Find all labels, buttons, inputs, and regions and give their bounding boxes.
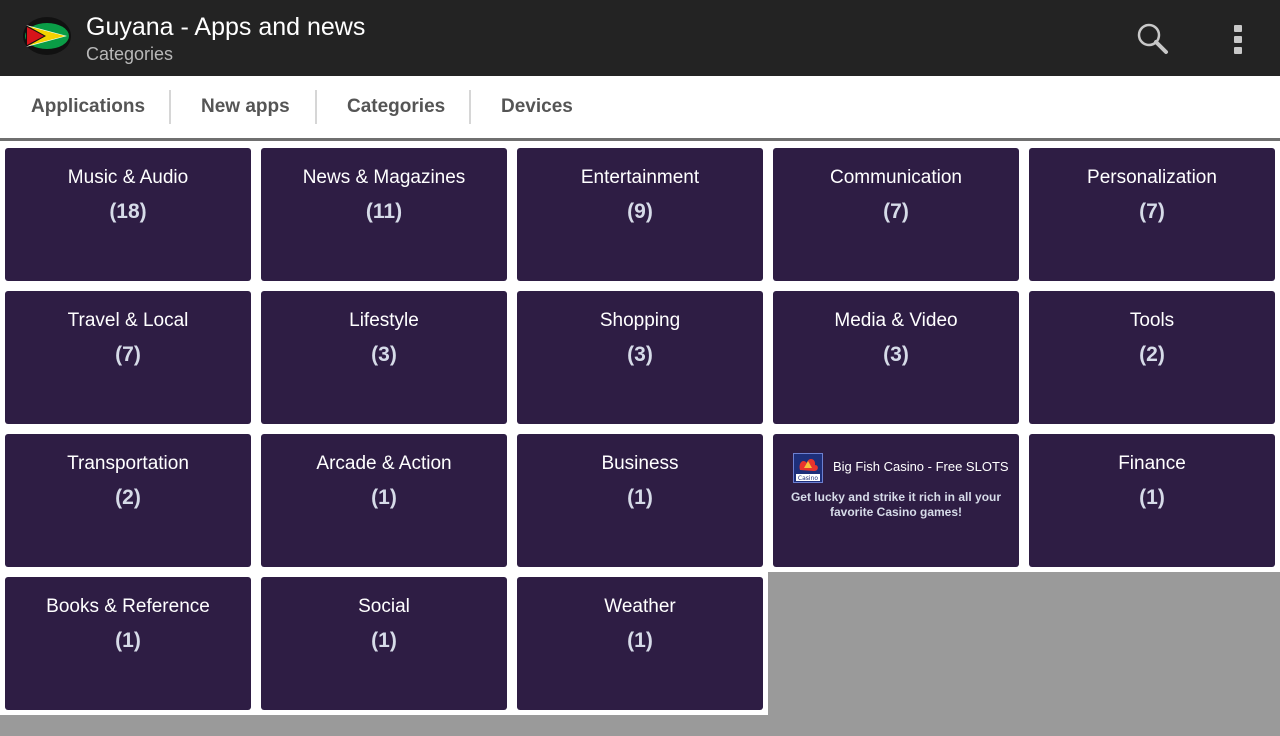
search-icon	[1137, 23, 1168, 54]
category-name: News & Magazines	[302, 167, 466, 188]
category-count: (7)	[883, 200, 909, 223]
category-count: (1)	[371, 629, 397, 652]
category-tile-travel-local[interactable]: Travel & Local (7)	[5, 291, 251, 424]
category-count: (3)	[627, 343, 653, 366]
guyana-flag-icon[interactable]	[22, 16, 72, 56]
category-name: Transportation	[67, 453, 189, 474]
category-count: (7)	[115, 343, 141, 366]
category-tile-entertainment[interactable]: Entertainment (9)	[517, 148, 763, 281]
app-title: Guyana - Apps and news	[86, 13, 366, 41]
category-name: Weather	[604, 596, 676, 617]
category-name: Entertainment	[580, 167, 700, 188]
category-tile-news-magazines[interactable]: News & Magazines (11)	[261, 148, 507, 281]
category-count: (9)	[627, 200, 653, 223]
tab-bar: Applications New apps Categories Devices	[0, 76, 1280, 141]
category-count: (2)	[115, 486, 141, 509]
app-bar: Guyana - Apps and news Categories	[0, 0, 1280, 76]
category-count: (1)	[1139, 486, 1165, 509]
category-name: Finance	[1118, 453, 1186, 474]
casino-app-icon: Casino	[793, 453, 823, 483]
tab-applications[interactable]: Applications	[31, 76, 145, 138]
category-count: (1)	[627, 486, 653, 509]
category-tile-tools[interactable]: Tools (2)	[1029, 291, 1275, 424]
category-name: Music & Audio	[67, 167, 189, 188]
category-tile-media-video[interactable]: Media & Video (3)	[773, 291, 1019, 424]
category-count: (2)	[1139, 343, 1165, 366]
ad-title: Big Fish Casino - Free SLOTS	[833, 459, 1009, 474]
tab-divider	[169, 90, 171, 124]
category-name: Books & Reference	[46, 596, 210, 617]
category-name: Media & Video	[834, 310, 958, 331]
category-name: Shopping	[599, 310, 681, 331]
category-name: Tools	[1129, 310, 1175, 331]
category-name: Travel & Local	[67, 310, 189, 331]
category-count: (1)	[627, 629, 653, 652]
category-tile-transportation[interactable]: Transportation (2)	[5, 434, 251, 567]
tab-divider	[469, 90, 471, 124]
category-tile-arcade-action[interactable]: Arcade & Action (1)	[261, 434, 507, 567]
category-count: (7)	[1139, 200, 1165, 223]
category-tile-music-audio[interactable]: Music & Audio (18)	[5, 148, 251, 281]
category-tile-social[interactable]: Social (1)	[261, 577, 507, 710]
category-count: (3)	[371, 343, 397, 366]
tab-new-apps[interactable]: New apps	[201, 76, 290, 138]
category-count: (1)	[371, 486, 397, 509]
category-count: (1)	[115, 629, 141, 652]
category-name: Arcade & Action	[316, 453, 452, 474]
category-tile-business[interactable]: Business (1)	[517, 434, 763, 567]
ad-tile[interactable]: Casino Big Fish Casino - Free SLOTS Get …	[773, 434, 1019, 567]
category-count: (18)	[109, 200, 147, 223]
ad-text: Get lucky and strike it rich in all your…	[790, 490, 1002, 519]
category-tile-personalization[interactable]: Personalization (7)	[1029, 148, 1275, 281]
category-name: Social	[358, 596, 410, 617]
category-tile-weather[interactable]: Weather (1)	[517, 577, 763, 710]
tab-devices[interactable]: Devices	[501, 76, 573, 138]
category-tile-shopping[interactable]: Shopping (3)	[517, 291, 763, 424]
category-tile-finance[interactable]: Finance (1)	[1029, 434, 1275, 567]
tab-divider	[315, 90, 317, 124]
category-count: (3)	[883, 343, 909, 366]
category-count: (11)	[365, 200, 403, 223]
category-name: Personalization	[1087, 167, 1217, 188]
tab-categories[interactable]: Categories	[347, 76, 445, 138]
category-name: Communication	[830, 167, 962, 188]
category-tile-communication[interactable]: Communication (7)	[773, 148, 1019, 281]
search-button[interactable]	[1132, 19, 1172, 59]
category-name: Lifestyle	[349, 310, 419, 331]
casino-icon-caption: Casino	[798, 475, 818, 482]
overflow-menu-button[interactable]	[1224, 19, 1252, 59]
category-name: Business	[601, 453, 679, 474]
category-tile-books-reference[interactable]: Books & Reference (1)	[5, 577, 251, 710]
category-tile-lifestyle[interactable]: Lifestyle (3)	[261, 291, 507, 424]
app-subtitle: Categories	[86, 44, 174, 64]
